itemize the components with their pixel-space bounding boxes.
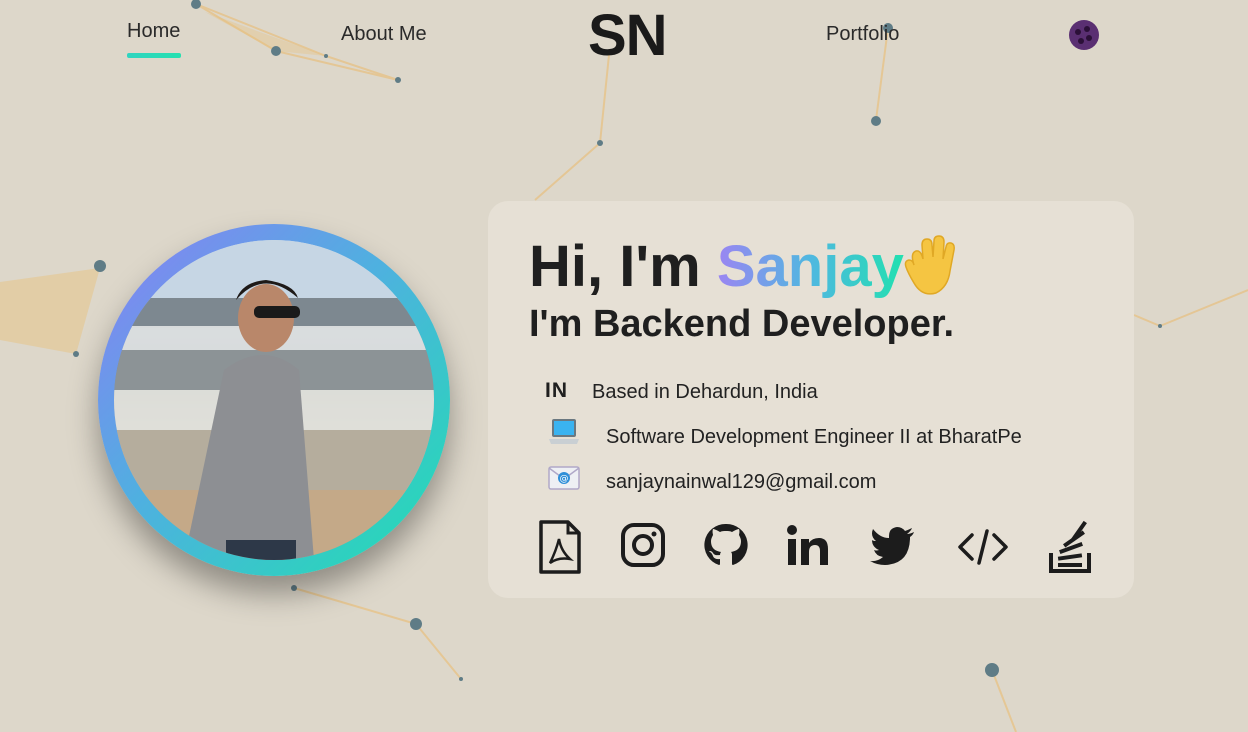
github-icon[interactable] bbox=[703, 519, 749, 575]
stackoverflow-icon[interactable] bbox=[1048, 519, 1094, 575]
linkedin-icon[interactable] bbox=[785, 519, 831, 575]
greeting-name: Sanjay bbox=[716, 234, 904, 299]
code-icon[interactable] bbox=[956, 519, 1010, 575]
nav-home-link[interactable]: Home bbox=[127, 20, 180, 43]
role-heading: I'm Backend Developer. bbox=[529, 303, 955, 345]
cookie-chip bbox=[1084, 26, 1090, 32]
nav-active-indicator bbox=[127, 53, 181, 58]
theme-toggle-button[interactable] bbox=[1069, 20, 1099, 50]
instagram-icon[interactable] bbox=[620, 519, 666, 575]
cookie-chip bbox=[1078, 38, 1084, 44]
job-text: Software Development Engineer II at Bhar… bbox=[606, 426, 1022, 448]
profile-photo bbox=[114, 240, 434, 560]
email-icon: @ bbox=[548, 466, 580, 490]
waving-hand-icon bbox=[904, 235, 955, 295]
greeting-text: Hi, I'm bbox=[529, 234, 717, 299]
nav-about-link[interactable]: About Me bbox=[341, 23, 427, 46]
svg-text:@: @ bbox=[560, 474, 569, 484]
twitter-icon[interactable] bbox=[870, 519, 916, 575]
profile-avatar bbox=[98, 224, 450, 576]
site-logo[interactable]: SN bbox=[588, 2, 668, 69]
cookie-icon bbox=[1075, 29, 1081, 35]
pdf-resume-icon[interactable] bbox=[538, 519, 582, 575]
nav-portfolio-link[interactable]: Portfolio bbox=[826, 23, 899, 46]
location-text: Based in Dehardun, India bbox=[592, 381, 818, 403]
cookie-chip bbox=[1086, 35, 1092, 41]
laptop-icon bbox=[549, 419, 579, 444]
email-link[interactable]: sanjaynainwal129@gmail.com bbox=[606, 471, 876, 494]
intro-card: Hi, I'm Sanjay I'm Backend Developer. IN… bbox=[488, 201, 1134, 598]
country-code: IN bbox=[545, 379, 568, 402]
greeting-heading: Hi, I'm Sanjay bbox=[529, 233, 904, 300]
profile-photo-illustration bbox=[114, 240, 434, 560]
